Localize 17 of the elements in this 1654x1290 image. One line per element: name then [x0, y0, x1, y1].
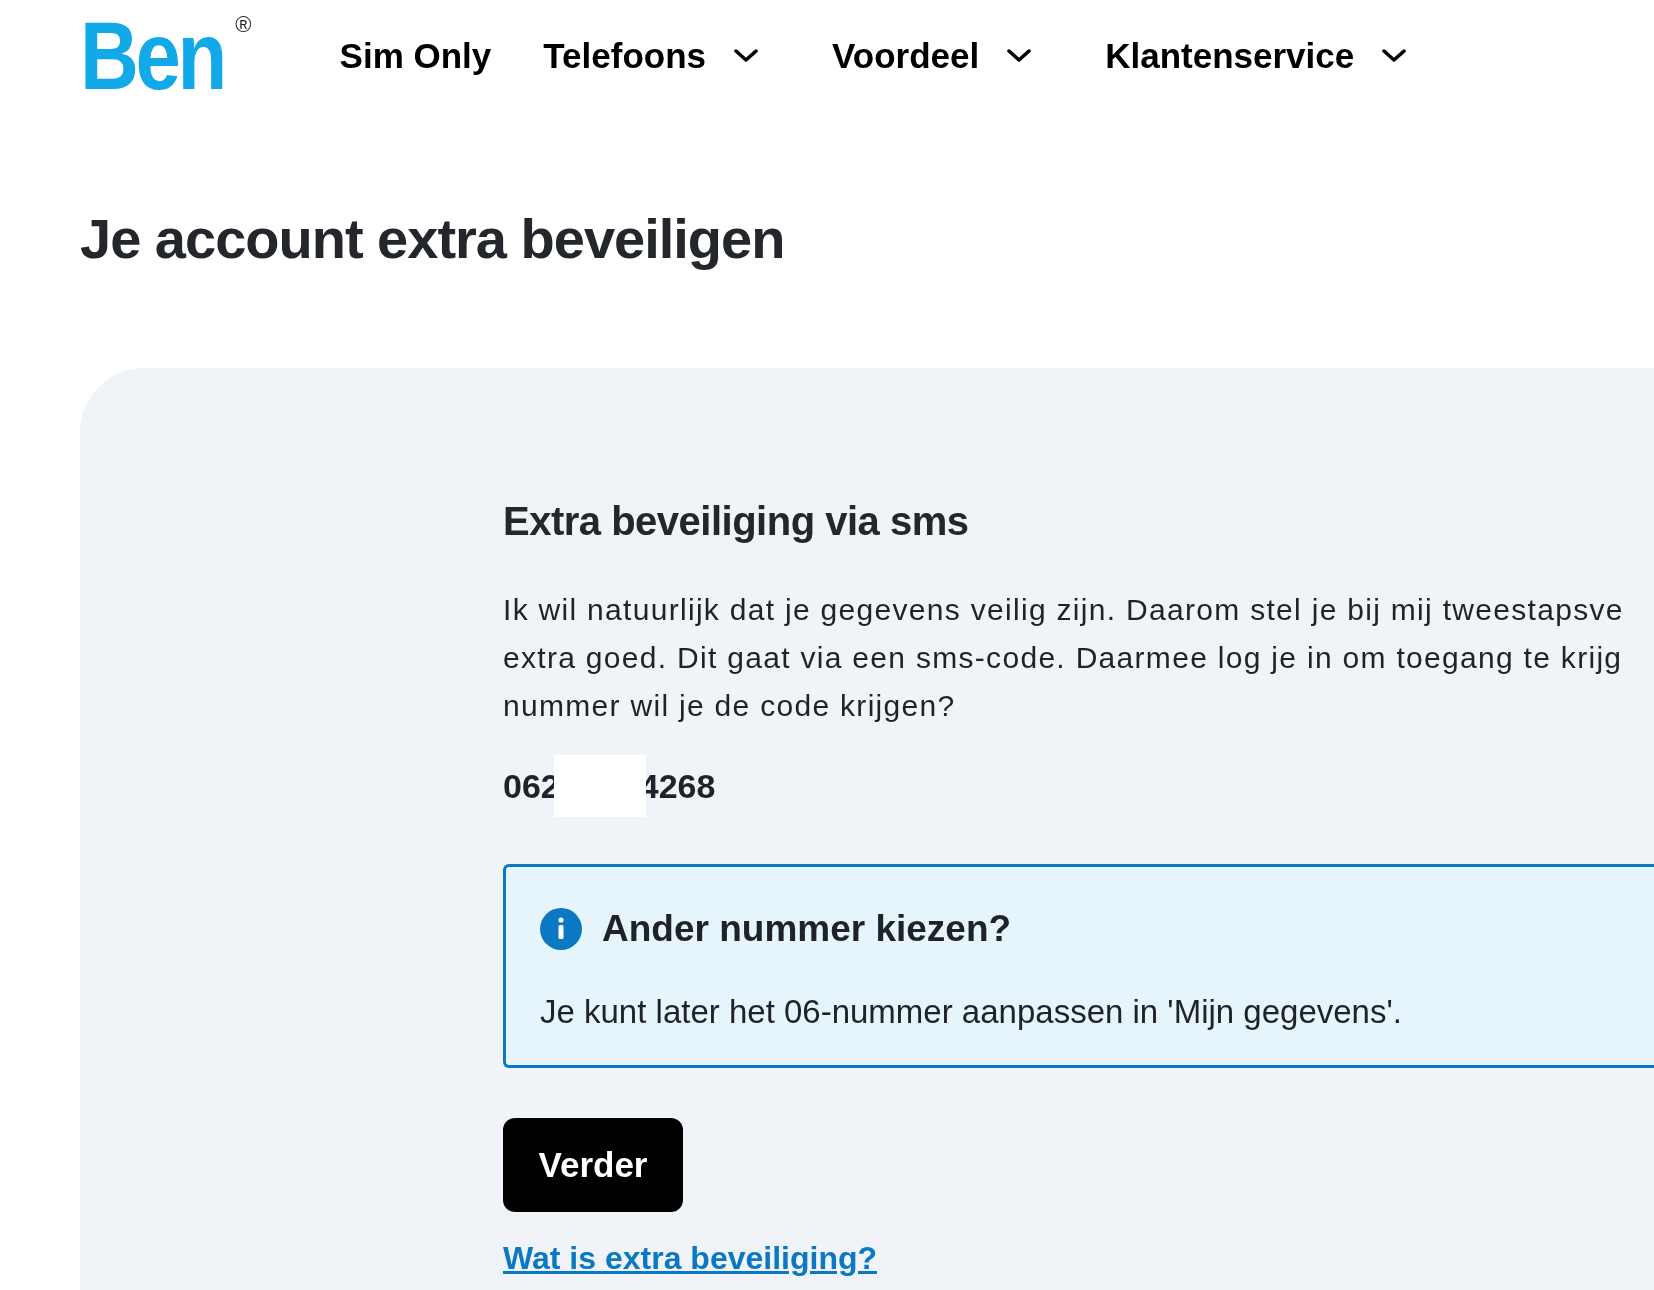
- nav-link[interactable]: Voordeel: [832, 29, 1032, 83]
- nav-link[interactable]: Telefoons: [543, 29, 758, 83]
- phone-number: 4268: [639, 765, 716, 807]
- info-icon: [540, 907, 582, 950]
- page-title: Je account extra beveiligen: [80, 206, 786, 272]
- chevron-down-icon: [734, 49, 758, 63]
- info-title: Ander nummer kiezen?: [602, 907, 1012, 951]
- chevron-down-icon: [1007, 49, 1032, 63]
- info-text: Je kunt later het 06-nummer aanpassen in 'Mijn gegevens'.: [540, 991, 1403, 1032]
- intro-paragraph: Ik wil natuurlijk dat je gegevens veilig zijn. Daarom stel je bij mij tweestapsve extra goed. Dit gaat via een sms-code. Daarmee log je in om toegang te krijg nummer wil je de code krijgen?: [503, 592, 1625, 724]
- registered-mark: ®: [235, 14, 252, 36]
- chevron-down-icon: [1382, 49, 1407, 63]
- nav-link[interactable]: Klantenservice: [1105, 29, 1407, 83]
- section-title: Extra beveiliging via sms: [503, 498, 970, 545]
- help-link[interactable]: Wat is extra beveiliging?: [503, 1234, 877, 1282]
- continue-button[interactable]: Verder: [503, 1118, 683, 1212]
- nav-link[interactable]: Sim Only: [339, 29, 492, 83]
